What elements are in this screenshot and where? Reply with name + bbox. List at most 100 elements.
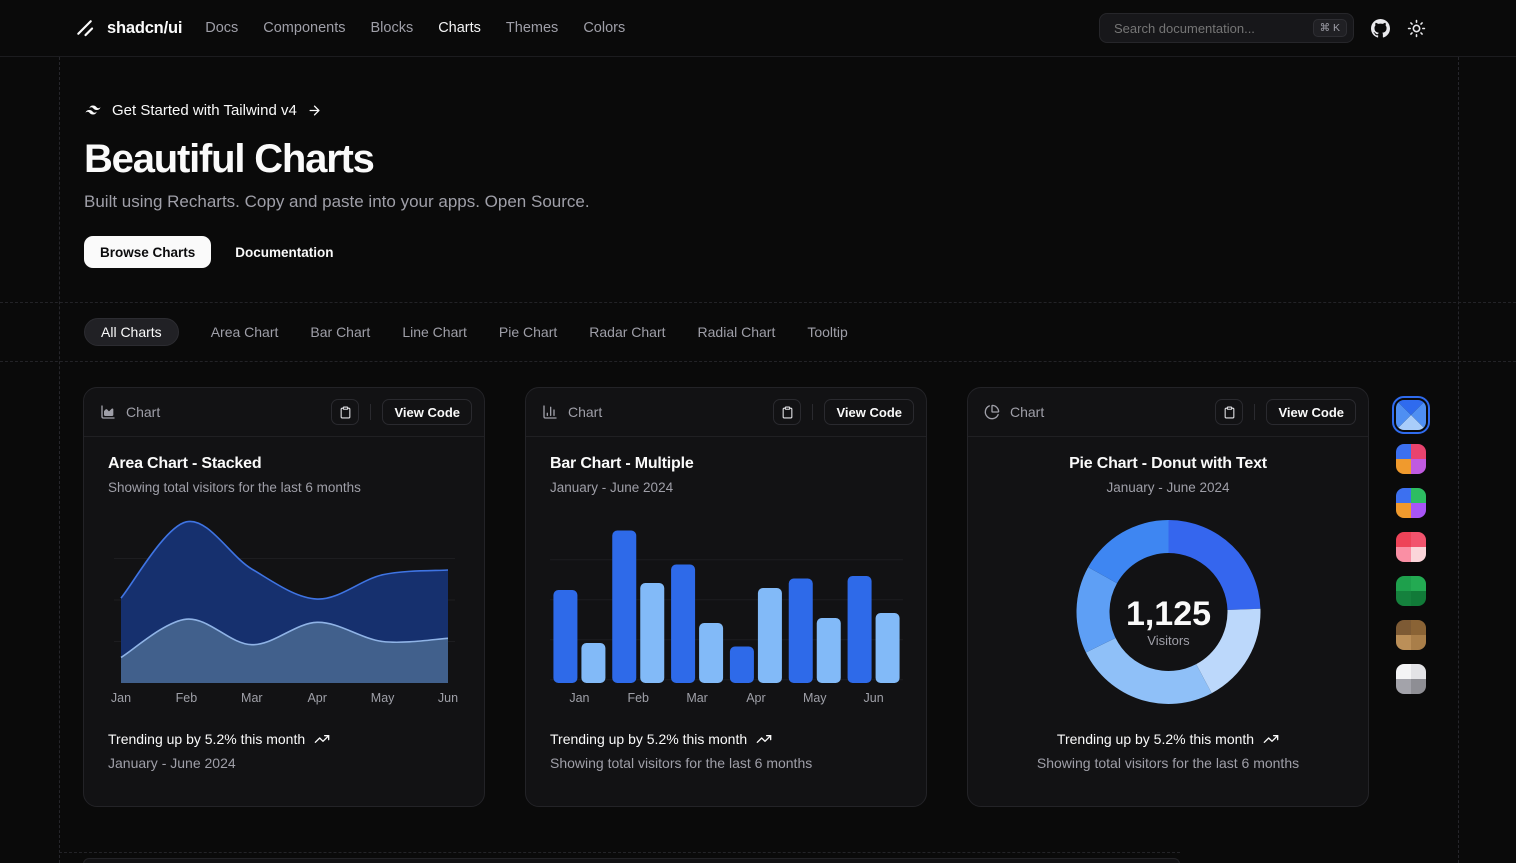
nav-item-themes[interactable]: Themes (506, 20, 558, 36)
card-header-label: Chart (1010, 404, 1207, 420)
svg-text:Mar: Mar (686, 691, 708, 705)
pie-chart-card: Chart View Code Pie Chart - Donut with T… (967, 387, 1369, 807)
tab-radar-chart[interactable]: Radar Chart (589, 324, 665, 340)
chart-type-tabs: All Charts Area Chart Bar Chart Line Chart P… (0, 302, 1516, 362)
theme-swatch-amber[interactable] (1396, 620, 1426, 650)
card-title: Pie Chart - Donut with Text (992, 455, 1344, 473)
svg-text:Mar: Mar (241, 691, 263, 705)
brand-logo-link[interactable]: shadcn/ui (75, 18, 182, 39)
tab-tooltip[interactable]: Tooltip (807, 324, 847, 340)
charts-grid: Chart View Code Area Chart - Stacked Sho… (83, 387, 1369, 807)
copy-code-button[interactable] (331, 399, 359, 425)
view-code-button[interactable]: View Code (382, 399, 472, 425)
nav-item-components[interactable]: Components (263, 20, 345, 36)
nav-item-charts[interactable]: Charts (438, 20, 481, 36)
theme-swatch-rail (1396, 400, 1426, 694)
pie-chart-icon (984, 404, 1000, 420)
card-body: Area Chart - Stacked Showing total visit… (84, 437, 484, 771)
svg-text:Jun: Jun (438, 691, 458, 705)
theme-toggle-button[interactable] (1407, 19, 1426, 38)
copy-code-button[interactable] (1215, 399, 1243, 425)
view-code-button[interactable]: View Code (824, 399, 914, 425)
nav-links: Docs Components Blocks Charts Themes Colors (205, 20, 625, 36)
card-header-label: Chart (568, 404, 765, 420)
header-divider (1254, 404, 1255, 420)
card-description: January - June 2024 (550, 480, 902, 495)
charts-page: shadcn/ui Docs Components Blocks Charts Them… (0, 0, 1516, 863)
svg-text:Jun: Jun (864, 691, 884, 705)
trending-up-icon (756, 731, 772, 747)
card-title: Bar Chart - Multiple (550, 455, 902, 473)
announcement-text: Get Started with Tailwind v4 (112, 102, 297, 119)
top-nav: shadcn/ui Docs Components Blocks Charts Them… (0, 0, 1516, 57)
footer-secondary-text: Showing total visitors for the last 6 mo… (992, 755, 1344, 771)
card-title: Area Chart - Stacked (108, 455, 460, 473)
view-code-button[interactable]: View Code (1266, 399, 1356, 425)
footer-trend-text: Trending up by 5.2% this month (1057, 731, 1254, 747)
tailwind-icon (84, 101, 102, 119)
nav-right: ⌘ K (1099, 13, 1426, 43)
brand-name: shadcn/ui (107, 19, 182, 38)
svg-text:Visitors: Visitors (1147, 633, 1190, 648)
card-footer: Trending up by 5.2% this month Showing t… (550, 731, 902, 771)
card-body: Pie Chart - Donut with Text January - Ju… (968, 437, 1368, 771)
arrow-right-icon (307, 103, 322, 118)
theme-swatch-rose[interactable] (1396, 532, 1426, 562)
left-dashed-rail (59, 57, 60, 863)
card-description: January - June 2024 (992, 480, 1344, 495)
card-body: Bar Chart - Multiple January - June 2024… (526, 437, 926, 771)
card-header: Chart View Code (968, 388, 1368, 437)
svg-text:Jan: Jan (111, 691, 131, 705)
nav-item-colors[interactable]: Colors (583, 20, 625, 36)
bar-chart-card: Chart View Code Bar Chart - Multiple Jan… (525, 387, 927, 807)
announcement-link[interactable]: Get Started with Tailwind v4 (84, 101, 322, 119)
tab-area-chart[interactable]: Area Chart (211, 324, 279, 340)
theme-swatch-multi-green[interactable] (1396, 488, 1426, 518)
svg-text:Feb: Feb (176, 691, 198, 705)
right-dashed-rail (1458, 57, 1459, 863)
svg-text:May: May (803, 691, 827, 705)
search-input[interactable] (1112, 20, 1305, 37)
hero-buttons: Browse Charts Documentation (84, 236, 590, 268)
documentation-button[interactable]: Documentation (219, 236, 349, 268)
page-title: Beautiful Charts (84, 137, 590, 182)
card-footer: Trending up by 5.2% this month January -… (108, 731, 460, 771)
tab-line-chart[interactable]: Line Chart (402, 324, 467, 340)
search-box[interactable]: ⌘ K (1099, 13, 1354, 43)
svg-text:May: May (371, 691, 395, 705)
theme-swatch-gray[interactable] (1396, 664, 1426, 694)
trending-up-icon (1263, 731, 1279, 747)
svg-text:1,125: 1,125 (1126, 595, 1211, 633)
donut-chart: 1,125Visitors (992, 515, 1344, 707)
bar-chart-icon (542, 404, 558, 420)
card-header-label: Chart (126, 404, 323, 420)
next-card-top-edge (83, 858, 1180, 863)
nav-item-blocks[interactable]: Blocks (370, 20, 413, 36)
shadcn-logo-icon (75, 18, 96, 39)
tab-radial-chart[interactable]: Radial Chart (698, 324, 776, 340)
github-button[interactable] (1371, 19, 1390, 38)
grouped-bar-chart: JanFebMarAprMayJun (550, 515, 902, 707)
theme-swatch-green[interactable] (1396, 576, 1426, 606)
card-header: Chart View Code (526, 388, 926, 437)
theme-swatch-blue[interactable] (1396, 400, 1426, 430)
page-subtitle: Built using Recharts. Copy and paste int… (84, 192, 590, 212)
hero-section: Get Started with Tailwind v4 Beautiful C… (84, 57, 590, 268)
tab-bar-chart[interactable]: Bar Chart (310, 324, 370, 340)
copy-code-button[interactable] (773, 399, 801, 425)
card-footer: Trending up by 5.2% this month Showing t… (992, 731, 1344, 771)
tab-pie-chart[interactable]: Pie Chart (499, 324, 557, 340)
svg-text:Apr: Apr (746, 691, 765, 705)
card-header: Chart View Code (84, 388, 484, 437)
footer-secondary-text: Showing total visitors for the last 6 mo… (550, 755, 902, 771)
area-chart-card: Chart View Code Area Chart - Stacked Sho… (83, 387, 485, 807)
stacked-area-chart: Jan Feb Mar Apr May Jun (108, 515, 460, 707)
browse-charts-button[interactable]: Browse Charts (84, 236, 211, 268)
svg-text:Apr: Apr (307, 691, 326, 705)
tab-all-charts[interactable]: All Charts (84, 318, 179, 346)
footer-trend-text: Trending up by 5.2% this month (108, 731, 305, 747)
trending-up-icon (314, 731, 330, 747)
nav-item-docs[interactable]: Docs (205, 20, 238, 36)
header-divider (812, 404, 813, 420)
theme-swatch-multi-pink[interactable] (1396, 444, 1426, 474)
